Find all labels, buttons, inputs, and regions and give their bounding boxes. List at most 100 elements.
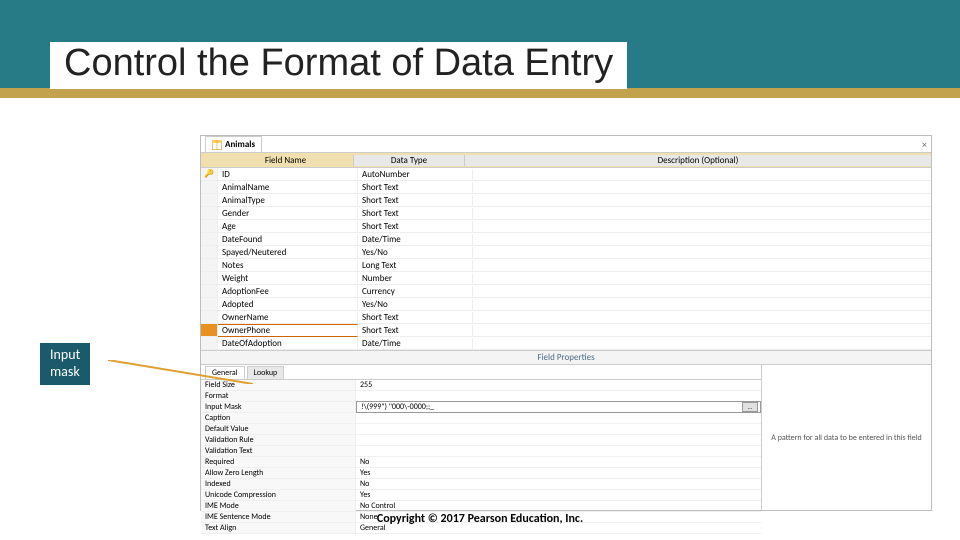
- field-row[interactable]: DateOfAdoptionDate/Time: [201, 337, 931, 350]
- builder-button[interactable]: …: [742, 402, 758, 412]
- field-name-cell[interactable]: AnimalType: [218, 195, 358, 206]
- property-name: Caption: [201, 413, 356, 423]
- property-value[interactable]: Yes: [356, 468, 761, 478]
- accent-bar: [0, 88, 960, 98]
- data-type-cell[interactable]: Date/Time: [358, 338, 473, 349]
- field-row[interactable]: DateFoundDate/Time: [201, 233, 931, 246]
- field-name-cell[interactable]: Age: [218, 221, 358, 232]
- property-value[interactable]: No: [356, 457, 761, 467]
- row-selector[interactable]: [201, 259, 218, 271]
- property-row[interactable]: Field Size255: [201, 380, 761, 391]
- data-type-cell[interactable]: Short Text: [358, 325, 473, 336]
- row-selector[interactable]: [201, 233, 218, 245]
- field-row[interactable]: AnimalNameShort Text: [201, 181, 931, 194]
- field-name-cell[interactable]: Gender: [218, 208, 358, 219]
- row-selector[interactable]: [201, 207, 218, 219]
- property-row[interactable]: Unicode CompressionYes: [201, 490, 761, 501]
- property-name: Default Value: [201, 424, 356, 434]
- property-value[interactable]: Yes: [356, 490, 761, 500]
- field-name-cell[interactable]: Notes: [218, 260, 358, 271]
- property-value[interactable]: !\(999") "000\-0000;;_…: [356, 401, 761, 413]
- property-row[interactable]: Validation Text: [201, 446, 761, 457]
- property-name: Indexed: [201, 479, 356, 489]
- copyright-text: Copyright © 2017 Pearson Education, Inc.: [0, 512, 960, 526]
- property-name: IME Mode: [201, 501, 356, 511]
- slide-title: Control the Format of Data Entry: [50, 42, 627, 89]
- data-type-cell[interactable]: Long Text: [358, 260, 473, 271]
- property-row[interactable]: Caption: [201, 413, 761, 424]
- close-icon[interactable]: ×: [922, 138, 927, 151]
- object-tab-bar: Animals ×: [201, 136, 931, 153]
- data-type-cell[interactable]: Short Text: [358, 221, 473, 232]
- property-grid: Field Size255FormatInput Mask!\(999") "0…: [201, 380, 761, 534]
- field-row[interactable]: 🔑 IDAutoNumber: [201, 168, 931, 181]
- table-icon: [212, 140, 222, 150]
- field-row[interactable]: AgeShort Text: [201, 220, 931, 233]
- field-name-cell[interactable]: DateOfAdoption: [218, 338, 358, 349]
- row-selector[interactable]: [201, 285, 218, 297]
- field-name-cell[interactable]: Weight: [218, 273, 358, 284]
- table-tab-animals[interactable]: Animals: [205, 136, 262, 152]
- field-name-cell[interactable]: ID: [218, 169, 358, 180]
- field-row[interactable]: AdoptedYes/No: [201, 298, 931, 311]
- row-selector[interactable]: [201, 272, 218, 284]
- field-row[interactable]: AdoptionFeeCurrency: [201, 285, 931, 298]
- data-type-cell[interactable]: Short Text: [358, 208, 473, 219]
- field-name-cell[interactable]: Adopted: [218, 299, 358, 310]
- tab-general[interactable]: General: [205, 366, 245, 379]
- field-row[interactable]: WeightNumber: [201, 272, 931, 285]
- field-properties-header: Field Properties: [201, 350, 931, 365]
- row-selector[interactable]: [201, 337, 218, 349]
- data-type-cell[interactable]: Number: [358, 273, 473, 284]
- row-selector[interactable]: [201, 194, 218, 206]
- property-row[interactable]: IndexedNo: [201, 479, 761, 490]
- tab-lookup[interactable]: Lookup: [247, 366, 285, 379]
- property-value[interactable]: 255: [356, 380, 761, 390]
- property-value[interactable]: No Control: [356, 501, 761, 511]
- property-name: Validation Rule: [201, 435, 356, 445]
- field-row[interactable]: Spayed/NeuteredYes/No: [201, 246, 931, 259]
- property-row[interactable]: Default Value: [201, 424, 761, 435]
- data-type-cell[interactable]: Yes/No: [358, 247, 473, 258]
- field-name-cell[interactable]: DateFound: [218, 234, 358, 245]
- property-row[interactable]: Allow Zero LengthYes: [201, 468, 761, 479]
- data-type-cell[interactable]: Short Text: [358, 312, 473, 323]
- header-field-name: Field Name: [218, 155, 354, 166]
- data-type-cell[interactable]: Short Text: [358, 195, 473, 206]
- row-selector[interactable]: [201, 298, 218, 310]
- field-grid-header: Field Name Data Type Description (Option…: [201, 153, 931, 168]
- property-row[interactable]: Input Mask!\(999") "000\-0000;;_…: [201, 402, 761, 413]
- property-name: Required: [201, 457, 356, 467]
- property-row[interactable]: IME ModeNo Control: [201, 501, 761, 512]
- field-row[interactable]: OwnerNameShort Text: [201, 311, 931, 324]
- property-hint: A pattern for all data to be entered in …: [762, 365, 931, 510]
- row-selector[interactable]: [201, 220, 218, 232]
- data-type-cell[interactable]: Yes/No: [358, 299, 473, 310]
- callout-input-mask: Input mask: [40, 343, 90, 385]
- field-name-cell[interactable]: AdoptionFee: [218, 286, 358, 297]
- data-type-cell[interactable]: Currency: [358, 286, 473, 297]
- field-row[interactable]: OwnerPhoneShort Text: [201, 324, 931, 337]
- field-name-cell[interactable]: OwnerName: [218, 312, 358, 323]
- field-name-cell[interactable]: Spayed/Neutered: [218, 247, 358, 258]
- field-name-cell[interactable]: AnimalName: [218, 182, 358, 193]
- data-type-cell[interactable]: AutoNumber: [358, 169, 473, 180]
- property-name: Allow Zero Length: [201, 468, 356, 478]
- property-value[interactable]: No: [356, 479, 761, 489]
- field-row[interactable]: GenderShort Text: [201, 207, 931, 220]
- field-name-cell[interactable]: OwnerPhone: [218, 324, 358, 337]
- primary-key-icon: 🔑: [204, 169, 214, 179]
- field-row[interactable]: AnimalTypeShort Text: [201, 194, 931, 207]
- row-selector[interactable]: [201, 324, 218, 336]
- property-row[interactable]: Validation Rule: [201, 435, 761, 446]
- field-row[interactable]: NotesLong Text: [201, 259, 931, 272]
- row-selector[interactable]: [201, 246, 218, 258]
- data-type-cell[interactable]: Short Text: [358, 182, 473, 193]
- property-row[interactable]: RequiredNo: [201, 457, 761, 468]
- field-grid: 🔑IDAutoNumberAnimalNameShort TextAnimalT…: [201, 168, 931, 350]
- row-selector[interactable]: [201, 311, 218, 323]
- data-type-cell[interactable]: Date/Time: [358, 234, 473, 245]
- row-selector[interactable]: 🔑: [201, 168, 218, 180]
- property-name: Validation Text: [201, 446, 356, 456]
- row-selector[interactable]: [201, 181, 218, 193]
